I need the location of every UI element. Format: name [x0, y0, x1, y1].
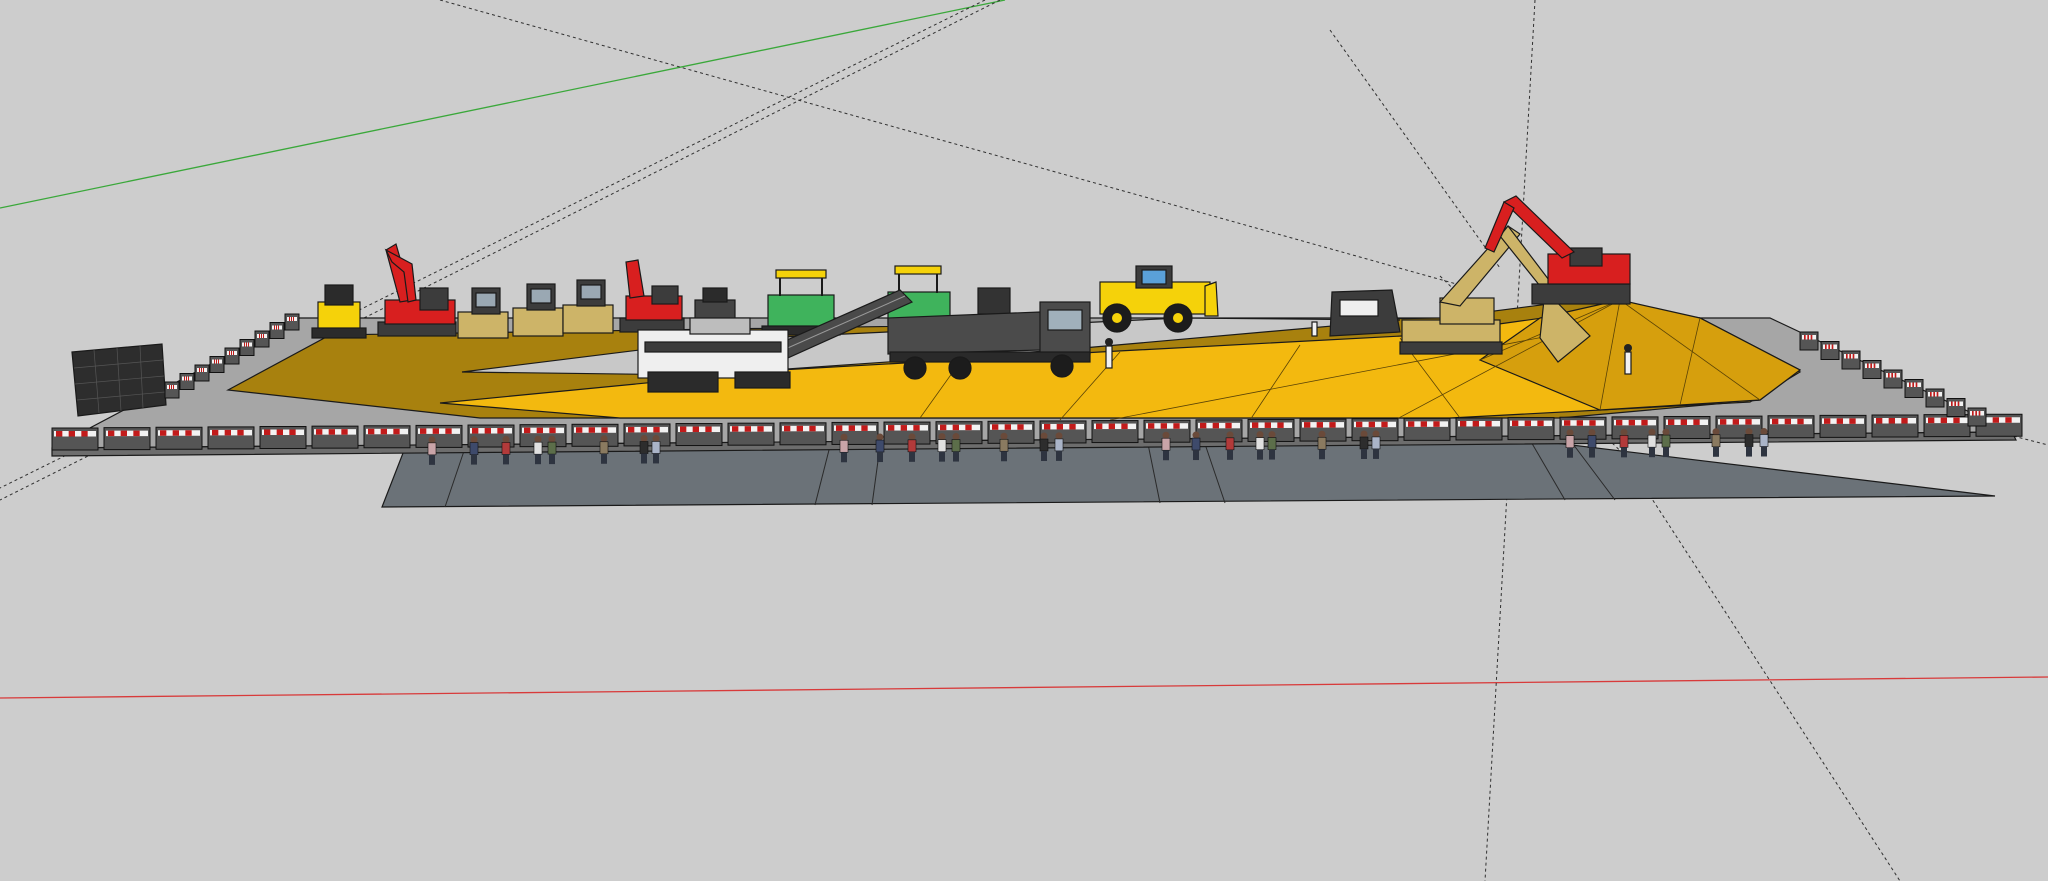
barrier-segment[interactable] [1820, 341, 1840, 360]
barrier-segment[interactable] [103, 427, 151, 451]
barrier-segment[interactable] [883, 421, 931, 445]
spectator [907, 433, 917, 462]
led-screen[interactable] [71, 343, 167, 417]
barrier-segment[interactable] [1767, 415, 1815, 439]
barrier-segment[interactable] [284, 313, 300, 331]
spectator [599, 435, 609, 464]
spectator [651, 434, 661, 464]
spectator [501, 435, 511, 465]
barrier-segment[interactable] [1862, 360, 1882, 379]
spectator [1759, 427, 1769, 457]
barrier-segment[interactable] [1883, 369, 1903, 389]
barrier-segment[interactable] [727, 422, 775, 446]
barrier-segment[interactable] [1925, 388, 1945, 408]
barrier-segment[interactable] [311, 425, 359, 449]
spectator [875, 433, 885, 463]
barrier-segment[interactable] [1663, 415, 1711, 439]
spectator [1619, 428, 1629, 458]
spectator [1191, 431, 1201, 461]
barrier-segment[interactable] [239, 339, 255, 356]
spectator [1317, 430, 1327, 460]
spectator [1647, 428, 1657, 458]
barrier-segment[interactable] [675, 423, 723, 447]
barrier-segment[interactable] [415, 424, 463, 448]
barrier-segment[interactable] [194, 364, 210, 382]
barrier-segment[interactable] [224, 347, 240, 365]
barrier-segment[interactable] [1904, 379, 1924, 398]
spectator [1661, 428, 1671, 458]
spectator [1225, 431, 1235, 460]
barrier-segment[interactable] [1946, 398, 1966, 417]
spectator [951, 433, 961, 462]
barrier-segment[interactable] [1455, 417, 1503, 441]
small-dark-machine[interactable] [977, 287, 1011, 315]
barrier-segment[interactable] [155, 426, 203, 450]
spectator [1267, 431, 1277, 460]
barrier-segment[interactable] [259, 426, 307, 450]
barrier-segment[interactable] [1841, 350, 1861, 370]
model-scene[interactable] [0, 0, 2048, 881]
barrier-segment[interactable] [1871, 414, 1919, 438]
spectator [427, 436, 437, 465]
barrier-segment[interactable] [1403, 417, 1451, 441]
barrier-segment[interactable] [1923, 414, 1971, 438]
barrier-segment[interactable] [363, 425, 411, 449]
barrier-segment[interactable] [831, 421, 879, 445]
spectator [1054, 432, 1064, 461]
barrier-segment[interactable] [209, 356, 225, 373]
spectator [1161, 431, 1171, 461]
barrier-segment[interactable] [987, 420, 1035, 444]
barrier-segment[interactable] [519, 424, 567, 448]
crusher-unit[interactable] [1329, 289, 1401, 337]
spectator [937, 433, 947, 462]
barrier-segment[interactable] [1195, 419, 1243, 443]
spectator [999, 432, 1009, 462]
barrier-segment[interactable] [779, 422, 827, 446]
barrier-segment[interactable] [51, 427, 99, 451]
barrier-segment[interactable] [1715, 415, 1763, 439]
barrier-segment[interactable] [1799, 331, 1819, 351]
barrier-segment[interactable] [179, 373, 195, 390]
barrier-segment[interactable] [571, 423, 619, 447]
barrier-segment[interactable] [1967, 407, 1987, 427]
spectator [839, 433, 849, 463]
spectator [639, 435, 649, 464]
barrier-segment[interactable] [1819, 414, 1867, 438]
spectator [1565, 429, 1575, 458]
spectator [1711, 428, 1721, 457]
sketchup-viewport[interactable] [0, 0, 2048, 881]
barrier-segment[interactable] [254, 330, 270, 348]
spectator [533, 435, 543, 465]
spectator [1587, 429, 1597, 458]
barrier-segment[interactable] [164, 381, 180, 399]
spectator [1371, 430, 1381, 459]
spectator [469, 436, 479, 465]
barrier-segment[interactable] [269, 322, 285, 339]
barrier-segment[interactable] [1091, 420, 1139, 444]
spectator [1039, 432, 1049, 462]
barrier-segment[interactable] [1507, 417, 1555, 441]
spectator [1744, 428, 1754, 457]
spectator [547, 435, 557, 465]
spectator [1255, 431, 1265, 460]
spectator [1359, 430, 1369, 459]
barrier-segment[interactable] [207, 426, 255, 450]
